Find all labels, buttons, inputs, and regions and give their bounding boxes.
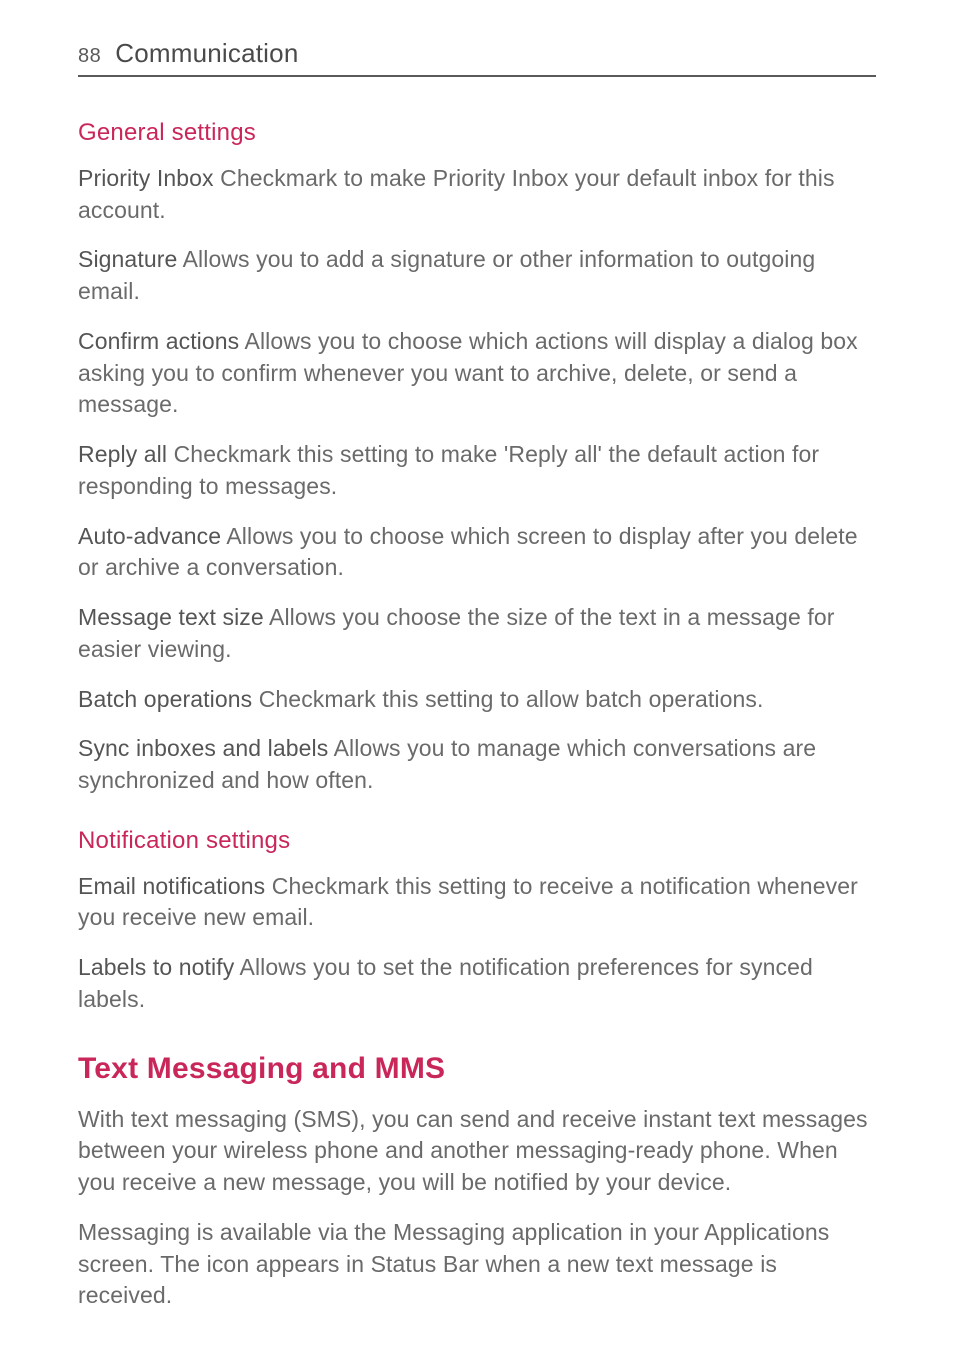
setting-item: Priority Inbox Checkmark to make Priorit… <box>78 163 876 226</box>
setting-item: Email notifications Checkmark this setti… <box>78 871 876 934</box>
page-number: 88 <box>78 45 101 68</box>
setting-term: Signature <box>78 246 177 272</box>
page-container: 88 Communication General settings Priori… <box>0 0 954 1312</box>
setting-term: Confirm actions <box>78 328 239 354</box>
setting-item: Sync inboxes and labels Allows you to ma… <box>78 733 876 796</box>
section-title: Text Messaging and MMS <box>78 1052 876 1086</box>
body-paragraph: With text messaging (SMS), you can send … <box>78 1104 876 1199</box>
setting-item: Labels to notify Allows you to set the n… <box>78 952 876 1015</box>
setting-item: Batch operations Checkmark this setting … <box>78 684 876 716</box>
setting-item: Confirm actions Allows you to choose whi… <box>78 326 876 421</box>
sub-heading-general: General settings <box>78 119 876 147</box>
setting-term: Auto-advance <box>78 523 221 549</box>
setting-item: Reply all Checkmark this setting to make… <box>78 439 876 502</box>
setting-term: Batch operations <box>78 686 252 712</box>
setting-term: Labels to notify <box>78 954 234 980</box>
setting-term: Priority Inbox <box>78 165 214 191</box>
setting-term: Message text size <box>78 604 264 630</box>
setting-term: Sync inboxes and labels <box>78 735 328 761</box>
sub-heading-notification: Notification settings <box>78 827 876 855</box>
setting-term: Reply all <box>78 441 167 467</box>
setting-item: Auto-advance Allows you to choose which … <box>78 521 876 584</box>
setting-desc: Allows you to add a signature or other i… <box>78 246 815 304</box>
setting-term: Email notifications <box>78 873 265 899</box>
body-paragraph: Messaging is available via the Messaging… <box>78 1217 876 1312</box>
setting-desc: Checkmark this setting to allow batch op… <box>252 686 763 712</box>
setting-item: Message text size Allows you choose the … <box>78 602 876 665</box>
setting-item: Signature Allows you to add a signature … <box>78 244 876 307</box>
setting-desc: Checkmark this setting to make 'Reply al… <box>78 441 819 499</box>
running-header: 88 Communication <box>78 38 876 77</box>
chapter-title: Communication <box>115 38 298 69</box>
